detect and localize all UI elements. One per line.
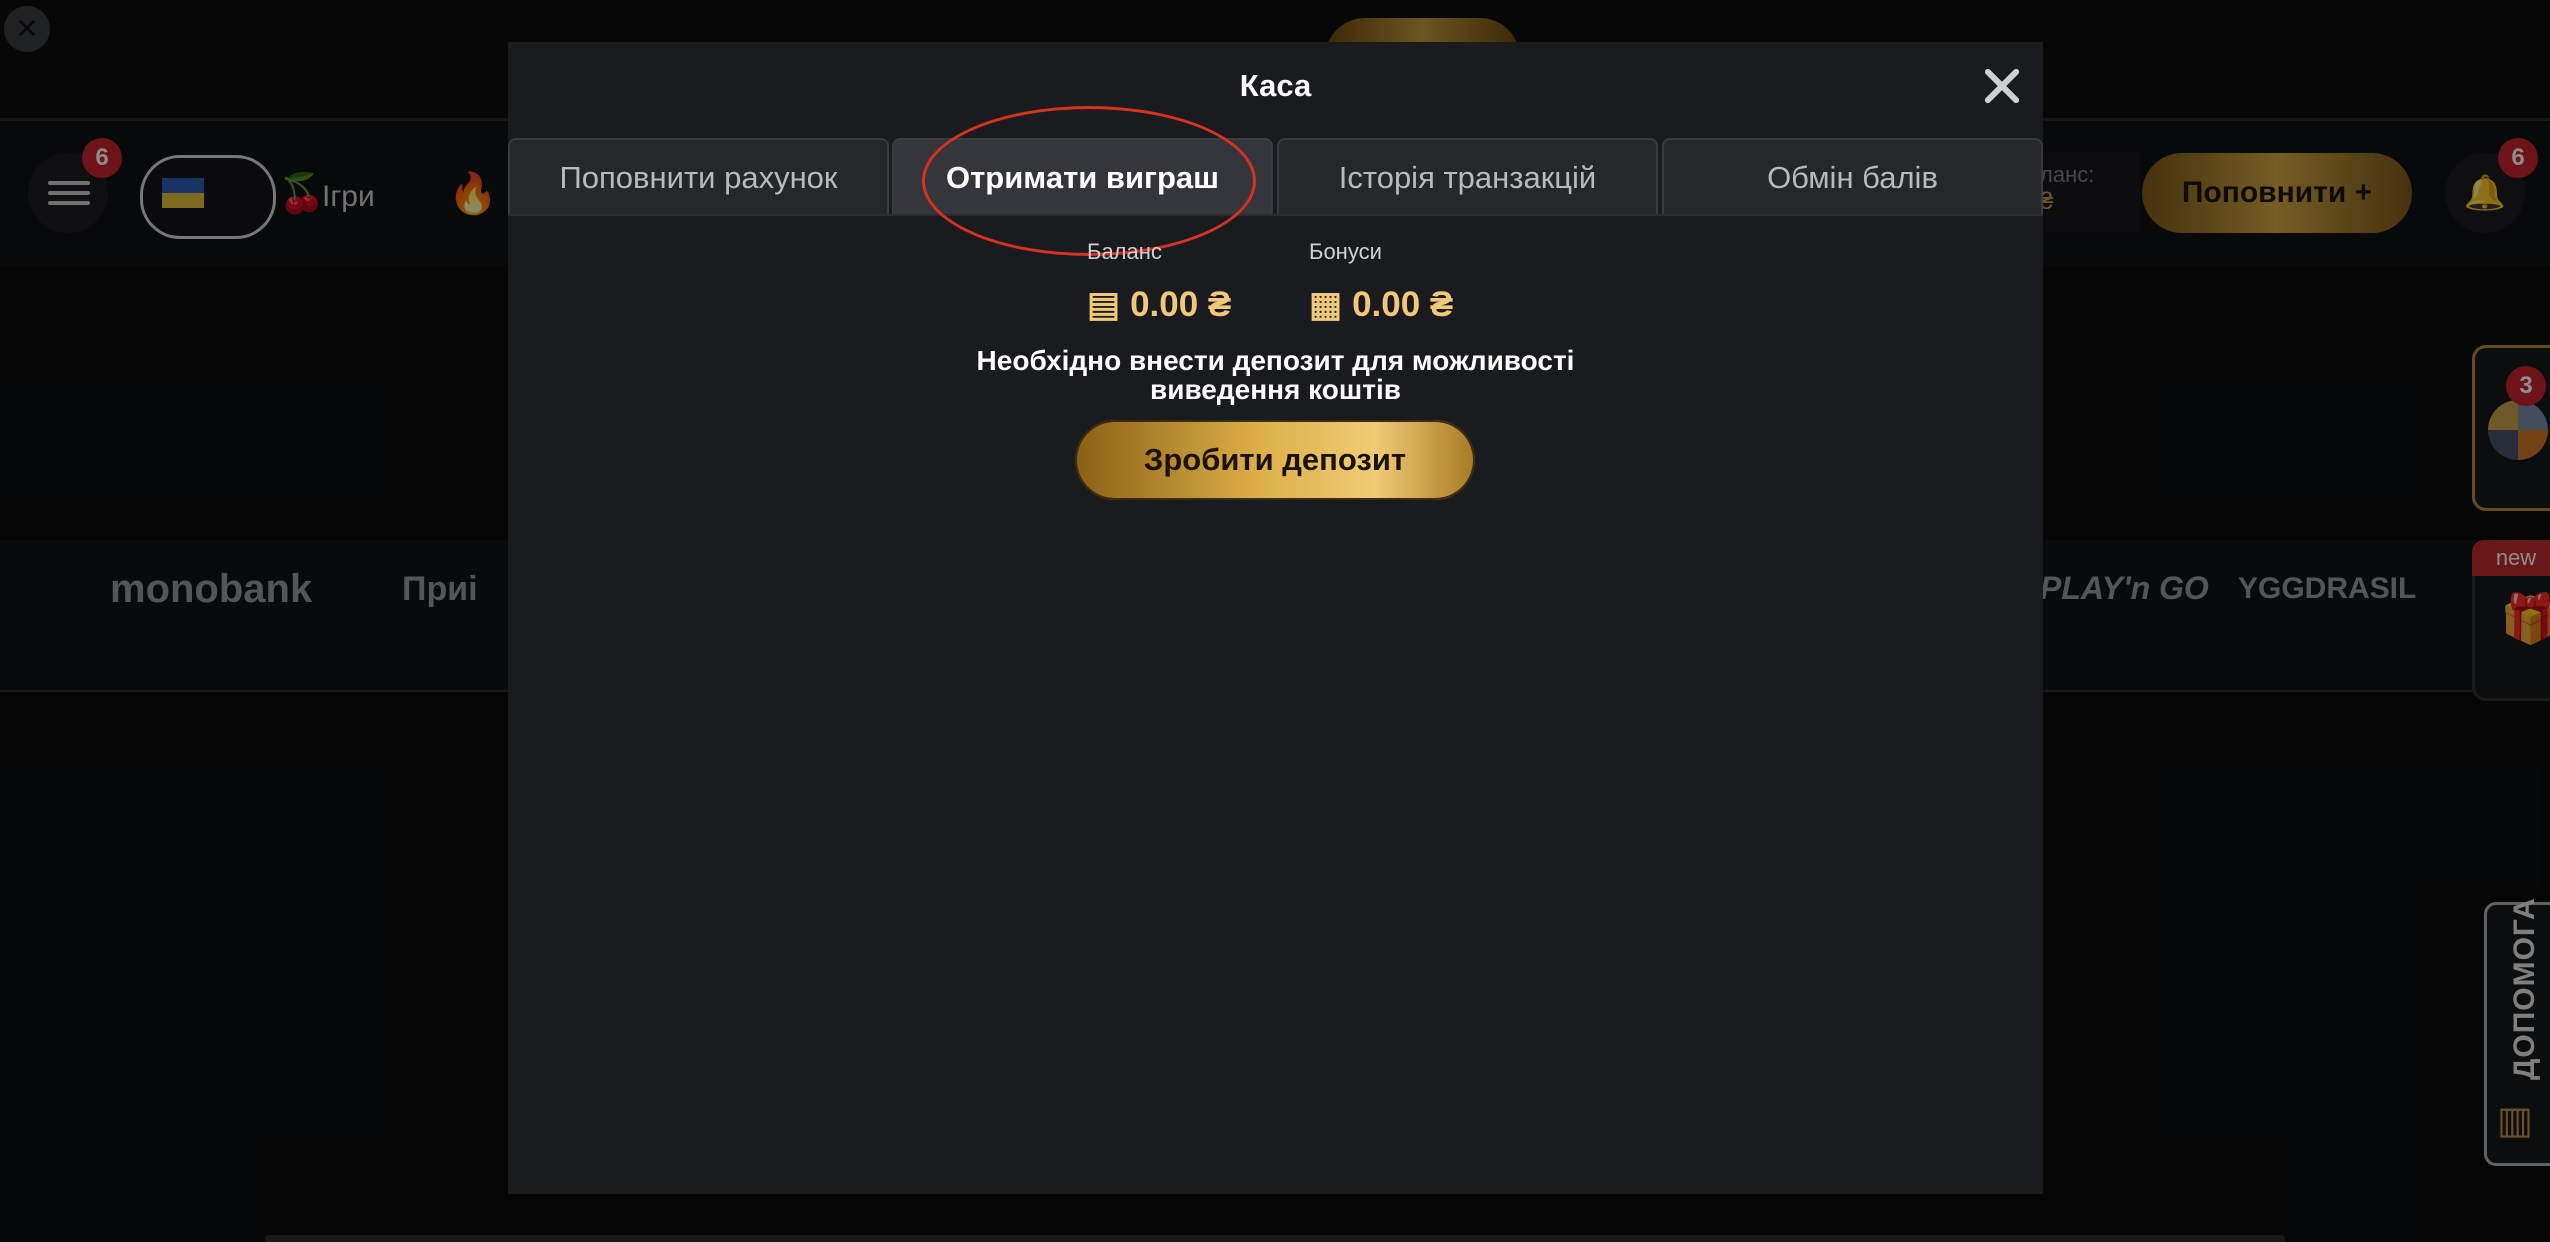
balance-value: ▤ 0.00 ₴ <box>1087 285 1231 325</box>
bonuses-value: ▦ 0.00 ₴ <box>1309 285 1453 325</box>
annotation-circle <box>922 106 1256 256</box>
balance-amount: 0.00 ₴ <box>1130 285 1232 324</box>
modal-title: Каса <box>1239 68 1312 103</box>
bonuses-label: Бонуси <box>1309 239 1382 264</box>
message-line-2: виведення коштів <box>1150 374 1401 405</box>
cashier-modal: Каса Поповнити рахунок Отримати виграш І… <box>508 42 2043 1194</box>
bonuses-amount: 0.00 ₴ <box>1352 285 1454 324</box>
modal-tabs: Поповнити рахунок Отримати виграш Історі… <box>508 138 2043 216</box>
gift-icon: ▦ <box>1309 285 1343 324</box>
close-icon[interactable] <box>1973 56 2033 116</box>
make-deposit-button[interactable]: Зробити депозит <box>1075 420 1475 500</box>
tabs-divider <box>508 214 2043 216</box>
tab-deposit[interactable]: Поповнити рахунок <box>508 138 889 216</box>
tab-points-exchange[interactable]: Обмін балів <box>1662 138 2043 216</box>
balance-label: Баланс <box>1087 239 1162 264</box>
money-stack-icon: ▤ <box>1087 285 1121 324</box>
tab-history[interactable]: Історія транзакцій <box>1277 138 1658 216</box>
message-line-1: Необхідно внести депозит для можливості <box>976 345 1575 376</box>
deposit-required-message: Необхідно внести депозит для можливості … <box>508 346 2043 404</box>
